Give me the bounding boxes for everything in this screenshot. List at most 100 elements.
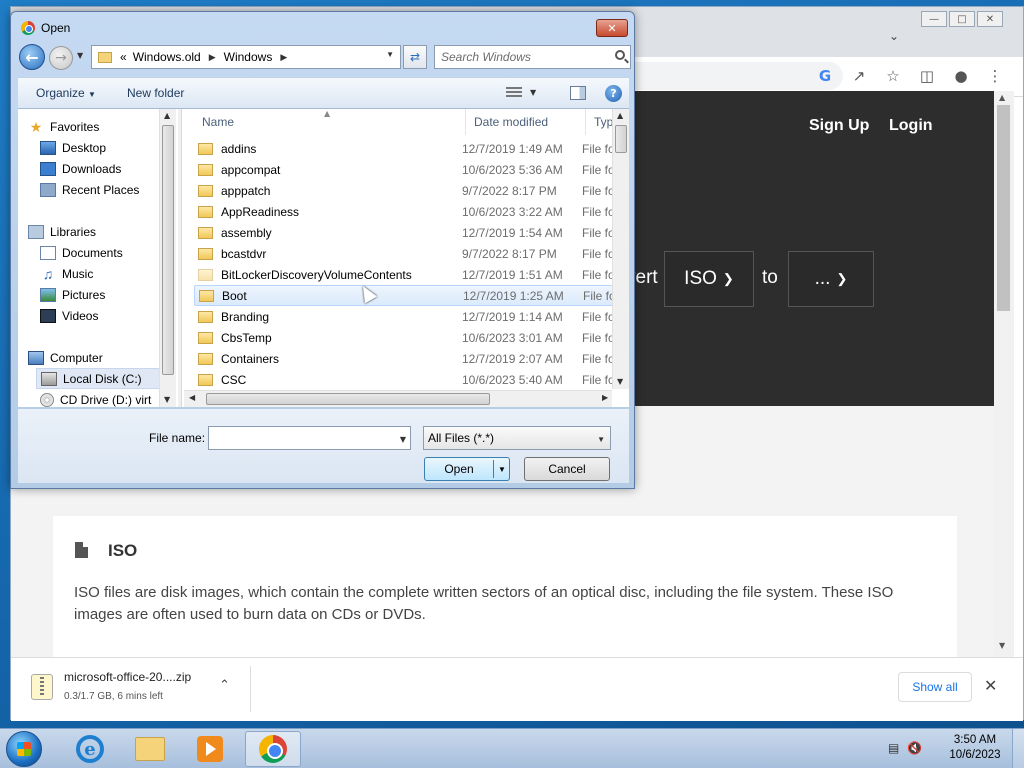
forward-button[interactable]: → (49, 46, 73, 70)
to-format-select[interactable]: ... ❯ (788, 251, 874, 307)
cancel-button[interactable]: Cancel (524, 457, 610, 481)
nav-favorites[interactable]: ★ Favorites (28, 116, 178, 137)
tab-search-chevron-icon[interactable]: ⌄ (889, 29, 899, 43)
breadcrumb-item[interactable]: Windows (224, 50, 273, 64)
views-icon[interactable] (506, 87, 522, 99)
navigation-row: ← → ▼ « Windows.old ▶ Windows ▶ ▼ ⇄ (19, 44, 631, 70)
recent-locations-icon[interactable]: ▼ (77, 51, 83, 60)
nav-documents[interactable]: Documents (40, 242, 178, 263)
maximize-icon[interactable]: □ (949, 11, 975, 27)
file-row[interactable]: AppReadiness 10/6/2023 3:22 AM File fol (194, 201, 619, 222)
nav-cd-drive[interactable]: CD Drive (D:) virt (40, 389, 178, 407)
file-row[interactable]: addins 12/7/2019 1:49 AM File fol (194, 138, 619, 159)
nav-pictures[interactable]: Pictures (40, 284, 178, 305)
vscroll-thumb[interactable] (615, 125, 627, 153)
file-row[interactable]: Containers 12/7/2019 2:07 AM File fol (194, 348, 619, 369)
show-all-button[interactable]: Show all (898, 672, 972, 702)
profile-icon[interactable]: ● (951, 67, 971, 85)
download-filename[interactable]: microsoft-office-20....zip (64, 670, 191, 684)
scroll-down-icon[interactable]: ▼ (617, 377, 623, 386)
breadcrumb-arrow-icon[interactable]: ▶ (280, 52, 287, 63)
file-row[interactable]: apppatch 9/7/2022 8:17 PM File fol (194, 180, 619, 201)
file-row[interactable]: Boot 12/7/2019 1:25 AM File fol (194, 285, 619, 306)
file-list-vscrollbar[interactable]: ▲ ▼ (612, 109, 629, 389)
organize-button[interactable]: Organize ▼ (36, 86, 96, 100)
file-row[interactable]: appcompat 10/6/2023 5:36 AM File fol (194, 159, 619, 180)
from-format-select[interactable]: ISO ❯ (664, 251, 754, 307)
nav-recent-places[interactable]: Recent Places (40, 179, 178, 200)
new-folder-button[interactable]: New folder (127, 86, 184, 100)
scroll-down-icon[interactable]: ▼ (164, 395, 170, 404)
scroll-up-icon[interactable]: ▲ (617, 111, 623, 120)
share-icon[interactable]: ↗ (849, 67, 869, 85)
file-name-combobox[interactable]: ▼ (208, 426, 411, 450)
file-row[interactable]: bcastdvr 9/7/2022 8:17 PM File fol (194, 243, 619, 264)
nav-desktop[interactable]: Desktop (40, 137, 178, 158)
taskbar-explorer[interactable] (122, 731, 178, 767)
file-row[interactable]: Branding 12/7/2019 1:14 AM File fol (194, 306, 619, 327)
volume-muted-icon[interactable]: 🔇 (907, 741, 922, 755)
menu-dots-icon[interactable]: ⋮ (985, 67, 1005, 85)
pane-splitter[interactable] (178, 109, 182, 407)
close-icon[interactable]: ✕ (977, 11, 1003, 27)
overflow-chevron-icon[interactable]: « (120, 50, 127, 64)
nav-downloads[interactable]: Downloads (40, 158, 178, 179)
taskbar-internet-explorer[interactable]: e (62, 731, 118, 767)
nav-libraries[interactable]: Libraries (28, 221, 178, 242)
taskbar-chrome[interactable] (245, 731, 301, 767)
refresh-button[interactable]: ⇄ (403, 45, 427, 69)
file-date: 10/6/2023 5:40 AM (462, 372, 563, 387)
chevron-down-icon[interactable]: ▼ (400, 435, 406, 444)
dialog-close-button[interactable]: ✕ (596, 19, 628, 37)
file-row[interactable]: assembly 12/7/2019 1:54 AM File fol (194, 222, 619, 243)
file-row[interactable]: CSC 10/6/2023 5:40 AM File fol (194, 369, 619, 390)
file-name-input[interactable] (209, 427, 389, 449)
search-field[interactable] (434, 45, 631, 69)
nav-videos[interactable]: Videos (40, 305, 178, 326)
search-input[interactable] (435, 46, 605, 68)
clock[interactable]: 3:50 AM 10/6/2023 (945, 733, 1005, 763)
breadcrumb-item[interactable]: Windows.old (133, 50, 201, 64)
search-icon[interactable] (615, 50, 625, 60)
nav-computer[interactable]: Computer (28, 347, 178, 368)
scroll-up-icon[interactable]: ▲ (999, 93, 1005, 102)
scroll-down-icon[interactable]: ▼ (999, 641, 1005, 650)
nav-pane-scrollbar[interactable]: ▲ ▼ (159, 109, 176, 407)
network-icon[interactable]: ▤ (888, 741, 899, 755)
nav-local-disk[interactable]: Local Disk (C:) (36, 368, 160, 389)
side-panel-icon[interactable]: ◫ (917, 67, 937, 85)
minimize-icon[interactable]: — (921, 11, 947, 27)
chevron-up-icon[interactable]: ⌃ (219, 678, 230, 693)
close-icon[interactable]: ✕ (984, 676, 997, 695)
address-breadcrumb[interactable]: « Windows.old ▶ Windows ▶ ▼ (91, 45, 401, 69)
login-link[interactable]: Login (889, 117, 933, 135)
back-button[interactable]: ← (19, 44, 45, 70)
open-button[interactable]: Open ▼ (424, 457, 510, 481)
start-button[interactable] (6, 731, 42, 767)
preview-pane-icon[interactable] (570, 86, 586, 100)
signup-link[interactable]: Sign Up (809, 117, 869, 135)
file-row[interactable]: CbsTemp 10/6/2023 3:01 AM File fol (194, 327, 619, 348)
column-label: Name (202, 115, 235, 129)
scroll-up-icon[interactable]: ▲ (164, 111, 170, 120)
views-dropdown-icon[interactable]: ▼ (530, 88, 536, 97)
scroll-right-icon[interactable]: ▶ (602, 393, 608, 402)
hscroll-thumb[interactable] (206, 393, 490, 405)
page-scrollbar[interactable]: ▲ ▼ (994, 91, 1014, 657)
show-desktop-button[interactable] (1012, 729, 1024, 768)
taskbar-media-player[interactable] (182, 731, 238, 767)
page-scroll-thumb[interactable] (997, 105, 1010, 311)
file-row[interactable]: BitLockerDiscoveryVolumeContents 12/7/201… (194, 264, 619, 285)
column-header-date[interactable]: Date modified (466, 109, 586, 135)
path-dropdown-icon[interactable]: ▼ (386, 50, 394, 59)
google-icon[interactable]: G (815, 67, 835, 85)
help-icon[interactable]: ? (605, 85, 622, 102)
scroll-left-icon[interactable]: ◀ (189, 393, 195, 402)
file-list-hscrollbar[interactable]: ◀ ▶ (184, 390, 612, 407)
nav-scroll-thumb[interactable] (162, 125, 174, 375)
breadcrumb-arrow-icon[interactable]: ▶ (209, 52, 216, 63)
bookmark-star-icon[interactable]: ☆ (883, 67, 903, 85)
open-options-icon[interactable]: ▼ (498, 465, 506, 474)
nav-music[interactable]: ♫ Music (40, 263, 178, 284)
file-type-filter[interactable]: All Files (*.*) ▼ (423, 426, 611, 450)
